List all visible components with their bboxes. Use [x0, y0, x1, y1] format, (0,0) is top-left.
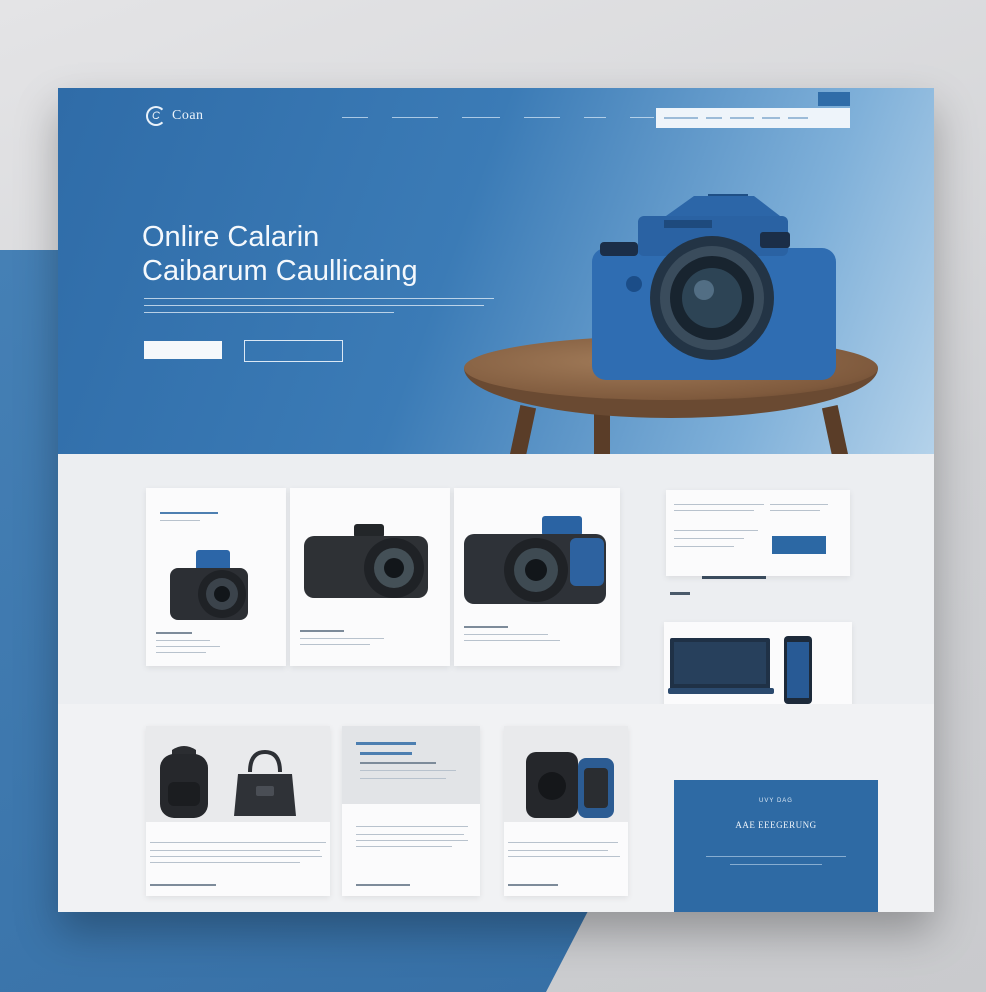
scroll-indicator [702, 576, 766, 579]
hero-title: Onlire Calarin Caibarum Caullicaing [142, 220, 418, 288]
hero-title-line-2: Caibarum Caullicaing [142, 255, 418, 287]
nav-item-4[interactable] [524, 116, 560, 118]
search-input[interactable] [656, 108, 850, 128]
camera-icon [170, 550, 248, 620]
search-placeholder-line [706, 117, 722, 119]
camera-icon [592, 194, 836, 380]
search-placeholder-line [762, 117, 780, 119]
bag-icon [526, 752, 614, 818]
products-section [58, 454, 934, 746]
laptop-icon [668, 638, 774, 694]
article-card[interactable] [342, 726, 480, 896]
search-placeholder-line [730, 117, 754, 119]
product-card-2[interactable] [290, 488, 450, 666]
promo-kicker: UVY DAG [759, 798, 793, 804]
hero-section: C Coan Onlire Calarin Caibarum Caullicai… [58, 88, 934, 454]
nav-item-3[interactable] [462, 116, 500, 118]
info-card-button[interactable] [772, 536, 826, 554]
info-card [666, 490, 850, 576]
product-card-1[interactable] [146, 488, 286, 666]
hero-title-line-1: Onlire Calarin [142, 221, 320, 253]
brand-name: Coan [172, 108, 204, 123]
hero-subtitle [144, 298, 494, 319]
hero-primary-button[interactable] [144, 341, 222, 359]
camera-icon [304, 524, 428, 598]
nav-item-2[interactable] [392, 116, 438, 118]
hero-secondary-button[interactable] [244, 340, 343, 362]
nav-item-5[interactable] [584, 116, 606, 118]
table-leg [821, 404, 851, 454]
backpack-icon [160, 746, 208, 818]
main-nav [342, 116, 654, 118]
table-leg [594, 412, 610, 454]
product-card-bags[interactable] [146, 726, 330, 896]
promo-title: AAE EEEGERUNG [735, 820, 817, 830]
search-placeholder-line [664, 117, 698, 119]
search-placeholder-line [788, 117, 808, 119]
nav-flag[interactable] [818, 92, 850, 106]
nav-item-6[interactable] [630, 116, 654, 118]
website-mockup: C Coan Onlire Calarin Caibarum Caullicai… [58, 88, 934, 912]
table-leg [507, 404, 537, 454]
phone-icon [784, 636, 812, 704]
section-marker [670, 592, 690, 595]
bag-icon [234, 750, 296, 816]
product-card-camera-bag[interactable] [504, 726, 628, 896]
nav-item-1[interactable] [342, 116, 368, 118]
camera-icon [464, 516, 606, 604]
logo[interactable]: C Coan [146, 106, 204, 126]
promo-banner[interactable]: UVY DAG AAE EEEGERUNG [674, 780, 878, 912]
logo-icon: C [146, 106, 166, 126]
product-card-3[interactable] [454, 488, 620, 666]
